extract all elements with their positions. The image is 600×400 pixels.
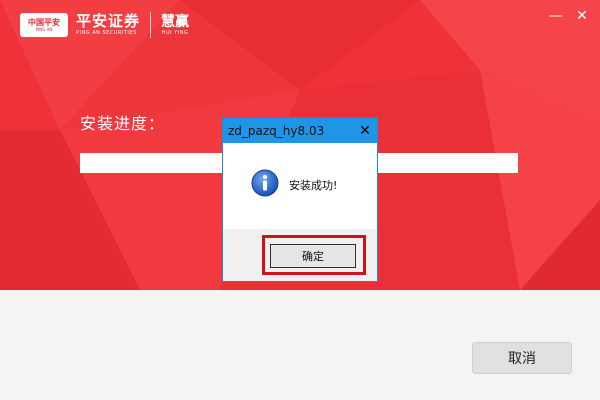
dialog-title: zd_pazq_hy8.03 — [228, 123, 325, 138]
cancel-button[interactable]: 取消 — [472, 342, 572, 374]
ok-button[interactable]: 确定 — [270, 244, 356, 268]
brand-name: 平安证券 PING AN SECURITIES — [76, 13, 140, 37]
product-name: 慧赢 HUI YING — [161, 14, 189, 37]
brand-name-cn: 平安证券 — [76, 12, 141, 30]
close-button[interactable]: ✕ — [574, 8, 590, 24]
brand-name-en: PING AN SECURITIES — [76, 30, 137, 36]
pingan-logo-box: 中国平安 PING AN — [20, 13, 68, 37]
dialog-close-button[interactable]: ✕ — [353, 118, 377, 143]
progress-label: 安装进度： — [80, 114, 166, 133]
product-name-cn: 慧赢 — [161, 13, 190, 30]
brand-divider — [150, 12, 152, 38]
product-name-en: HUI YING — [161, 29, 189, 36]
minimize-button[interactable]: — — [548, 8, 564, 24]
dialog-message: 安装成功! — [289, 179, 338, 192]
dialog-body: 安装成功! — [223, 143, 377, 229]
brand-logo: 中国平安 PING AN 平安证券 PING AN SECURITIES 慧赢 … — [20, 11, 189, 39]
logo-sub-text: PING AN — [35, 27, 53, 32]
dialog-title-bar[interactable]: zd_pazq_hy8.03 ✕ — [223, 118, 377, 143]
logo-main-text: 中国平安 — [28, 18, 60, 27]
info-icon — [251, 169, 279, 197]
